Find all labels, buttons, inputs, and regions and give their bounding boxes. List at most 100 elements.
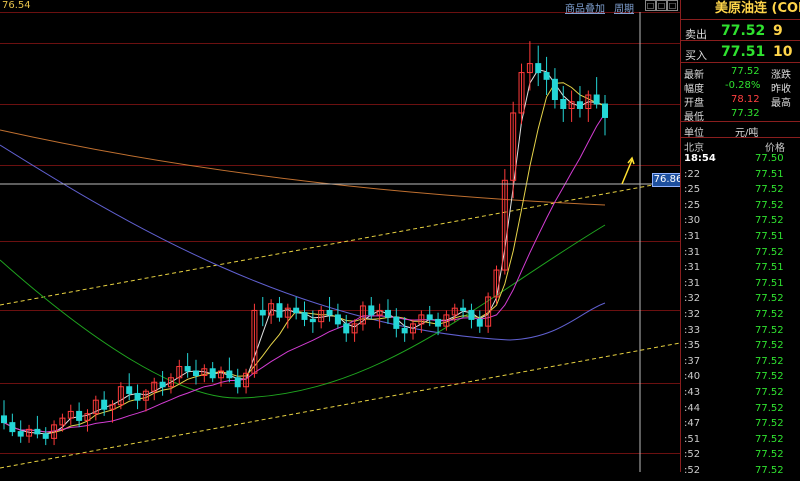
period-menu[interactable]: 周期 (614, 0, 634, 15)
candle-down (9, 422, 16, 433)
tick-time: :40 (684, 371, 701, 383)
tick-row: 18:54 77.50 (681, 153, 800, 169)
tick-price: 77.51 (755, 168, 784, 180)
candle-down (602, 103, 608, 118)
candle-down (309, 318, 316, 323)
tick-time: 18:54 (684, 153, 716, 164)
candle-down (42, 433, 49, 439)
tick-time: :35 (684, 340, 701, 352)
tick-time: :31 (684, 277, 701, 289)
tick-time: :52 (684, 449, 701, 461)
stat-label: 涨跌 (771, 70, 791, 81)
candle-down (159, 381, 166, 388)
tick-time: :37 (684, 355, 701, 367)
candle-down (234, 377, 241, 388)
candle-down (468, 309, 475, 320)
candle-down (76, 410, 83, 421)
tick-row: :25 77.52 (681, 200, 800, 216)
candle-down (184, 366, 191, 372)
tick-price: 77.52 (755, 184, 784, 196)
tick-time: :22 (684, 168, 701, 180)
candle-down (551, 78, 558, 101)
tick-price: 77.50 (755, 153, 784, 164)
candle-down (301, 312, 308, 320)
candle-down (401, 327, 408, 334)
candle-down (293, 307, 300, 314)
stat-value: -0.28% (725, 80, 761, 91)
tick-price: 77.52 (755, 387, 784, 398)
window-button-2[interactable]: □ (656, 0, 667, 11)
tick-time: :32 (684, 293, 701, 305)
candle-down (209, 368, 216, 379)
stat-label: 最高 (771, 98, 791, 109)
candle-down (593, 94, 600, 105)
tick-row: :32 77.52 (681, 309, 800, 325)
divider (681, 62, 800, 63)
overlay-instrument-menu[interactable]: 商品叠加 (565, 0, 605, 15)
tick-time: :51 (684, 433, 701, 445)
tick-time: :31 (684, 231, 701, 242)
tick-price: 77.52 (755, 293, 784, 305)
tick-time: :44 (684, 402, 701, 414)
window-button-1[interactable]: □ (645, 0, 656, 11)
tick-row: :47 77.52 (681, 418, 800, 434)
tick-row: :33 77.52 (681, 325, 800, 341)
tick-row: :30 77.52 (681, 215, 800, 231)
tick-row: :31 77.51 (681, 262, 800, 278)
tick-time: :47 (684, 418, 701, 430)
instrument-title: 美原油连 (CONC (715, 1, 800, 16)
tick-row: :44 77.52 (681, 403, 800, 419)
tick-time: :33 (684, 324, 701, 336)
candle-down (101, 399, 108, 410)
candle-down (460, 307, 467, 311)
arrow-annotation[interactable] (621, 156, 635, 185)
divider (681, 19, 800, 20)
candle-down (576, 101, 583, 109)
stat-value: 77.32 (731, 108, 760, 119)
tick-price: 77.51 (755, 231, 784, 242)
tick-price: 77.52 (755, 418, 784, 430)
price-chart[interactable] (0, 0, 680, 472)
ma-line-white (3, 69, 606, 435)
divider (681, 121, 800, 122)
candle-down (435, 318, 442, 327)
tick-price: 77.52 (755, 465, 784, 476)
candle-down (426, 314, 433, 320)
ma-line-green (0, 224, 606, 399)
candle-down (192, 370, 199, 377)
tick-row: :52 77.52 (681, 449, 800, 465)
tick-price: 77.52 (755, 246, 784, 258)
candle-down (326, 309, 333, 316)
buy-volume: 10 (773, 44, 793, 60)
candle-down (384, 309, 391, 318)
buy-label: 买入 (685, 49, 707, 62)
window-button-3[interactable]: □ (667, 0, 678, 11)
divider (681, 40, 800, 41)
tick-price: 77.52 (755, 215, 784, 227)
trend-line-upper (0, 179, 680, 306)
tick-time: :31 (684, 246, 701, 258)
candle-down (1, 415, 7, 424)
tick-column-price: 价格 (765, 143, 785, 154)
tick-row: :40 77.52 (681, 371, 800, 387)
tick-price: 77.51 (755, 277, 784, 289)
moving-average-lines (0, 69, 606, 435)
stat-value: 78.12 (731, 94, 760, 105)
tick-row: :43 77.52 (681, 387, 800, 403)
candle-down (543, 72, 550, 80)
candle-down (535, 63, 542, 74)
tick-time: :25 (684, 184, 701, 196)
tick-time: :31 (684, 262, 701, 274)
candlestick-series (1, 41, 608, 446)
tick-row: :51 77.52 (681, 434, 800, 450)
tick-row: :31 77.51 (681, 278, 800, 294)
tick-row: :31 77.52 (681, 247, 800, 263)
quote-panel: 美原油连 (CONC 卖出 77.52 9 买入 77.51 10 最新 77.… (680, 0, 800, 476)
tick-price: 77.52 (755, 340, 784, 352)
tick-price: 77.52 (755, 402, 784, 414)
stat-label: 开盘 (684, 98, 704, 109)
ma-line-yellow (3, 82, 606, 433)
tick-price: 77.52 (755, 355, 784, 367)
tick-price: 77.52 (755, 199, 784, 211)
tick-time: :32 (684, 309, 701, 320)
